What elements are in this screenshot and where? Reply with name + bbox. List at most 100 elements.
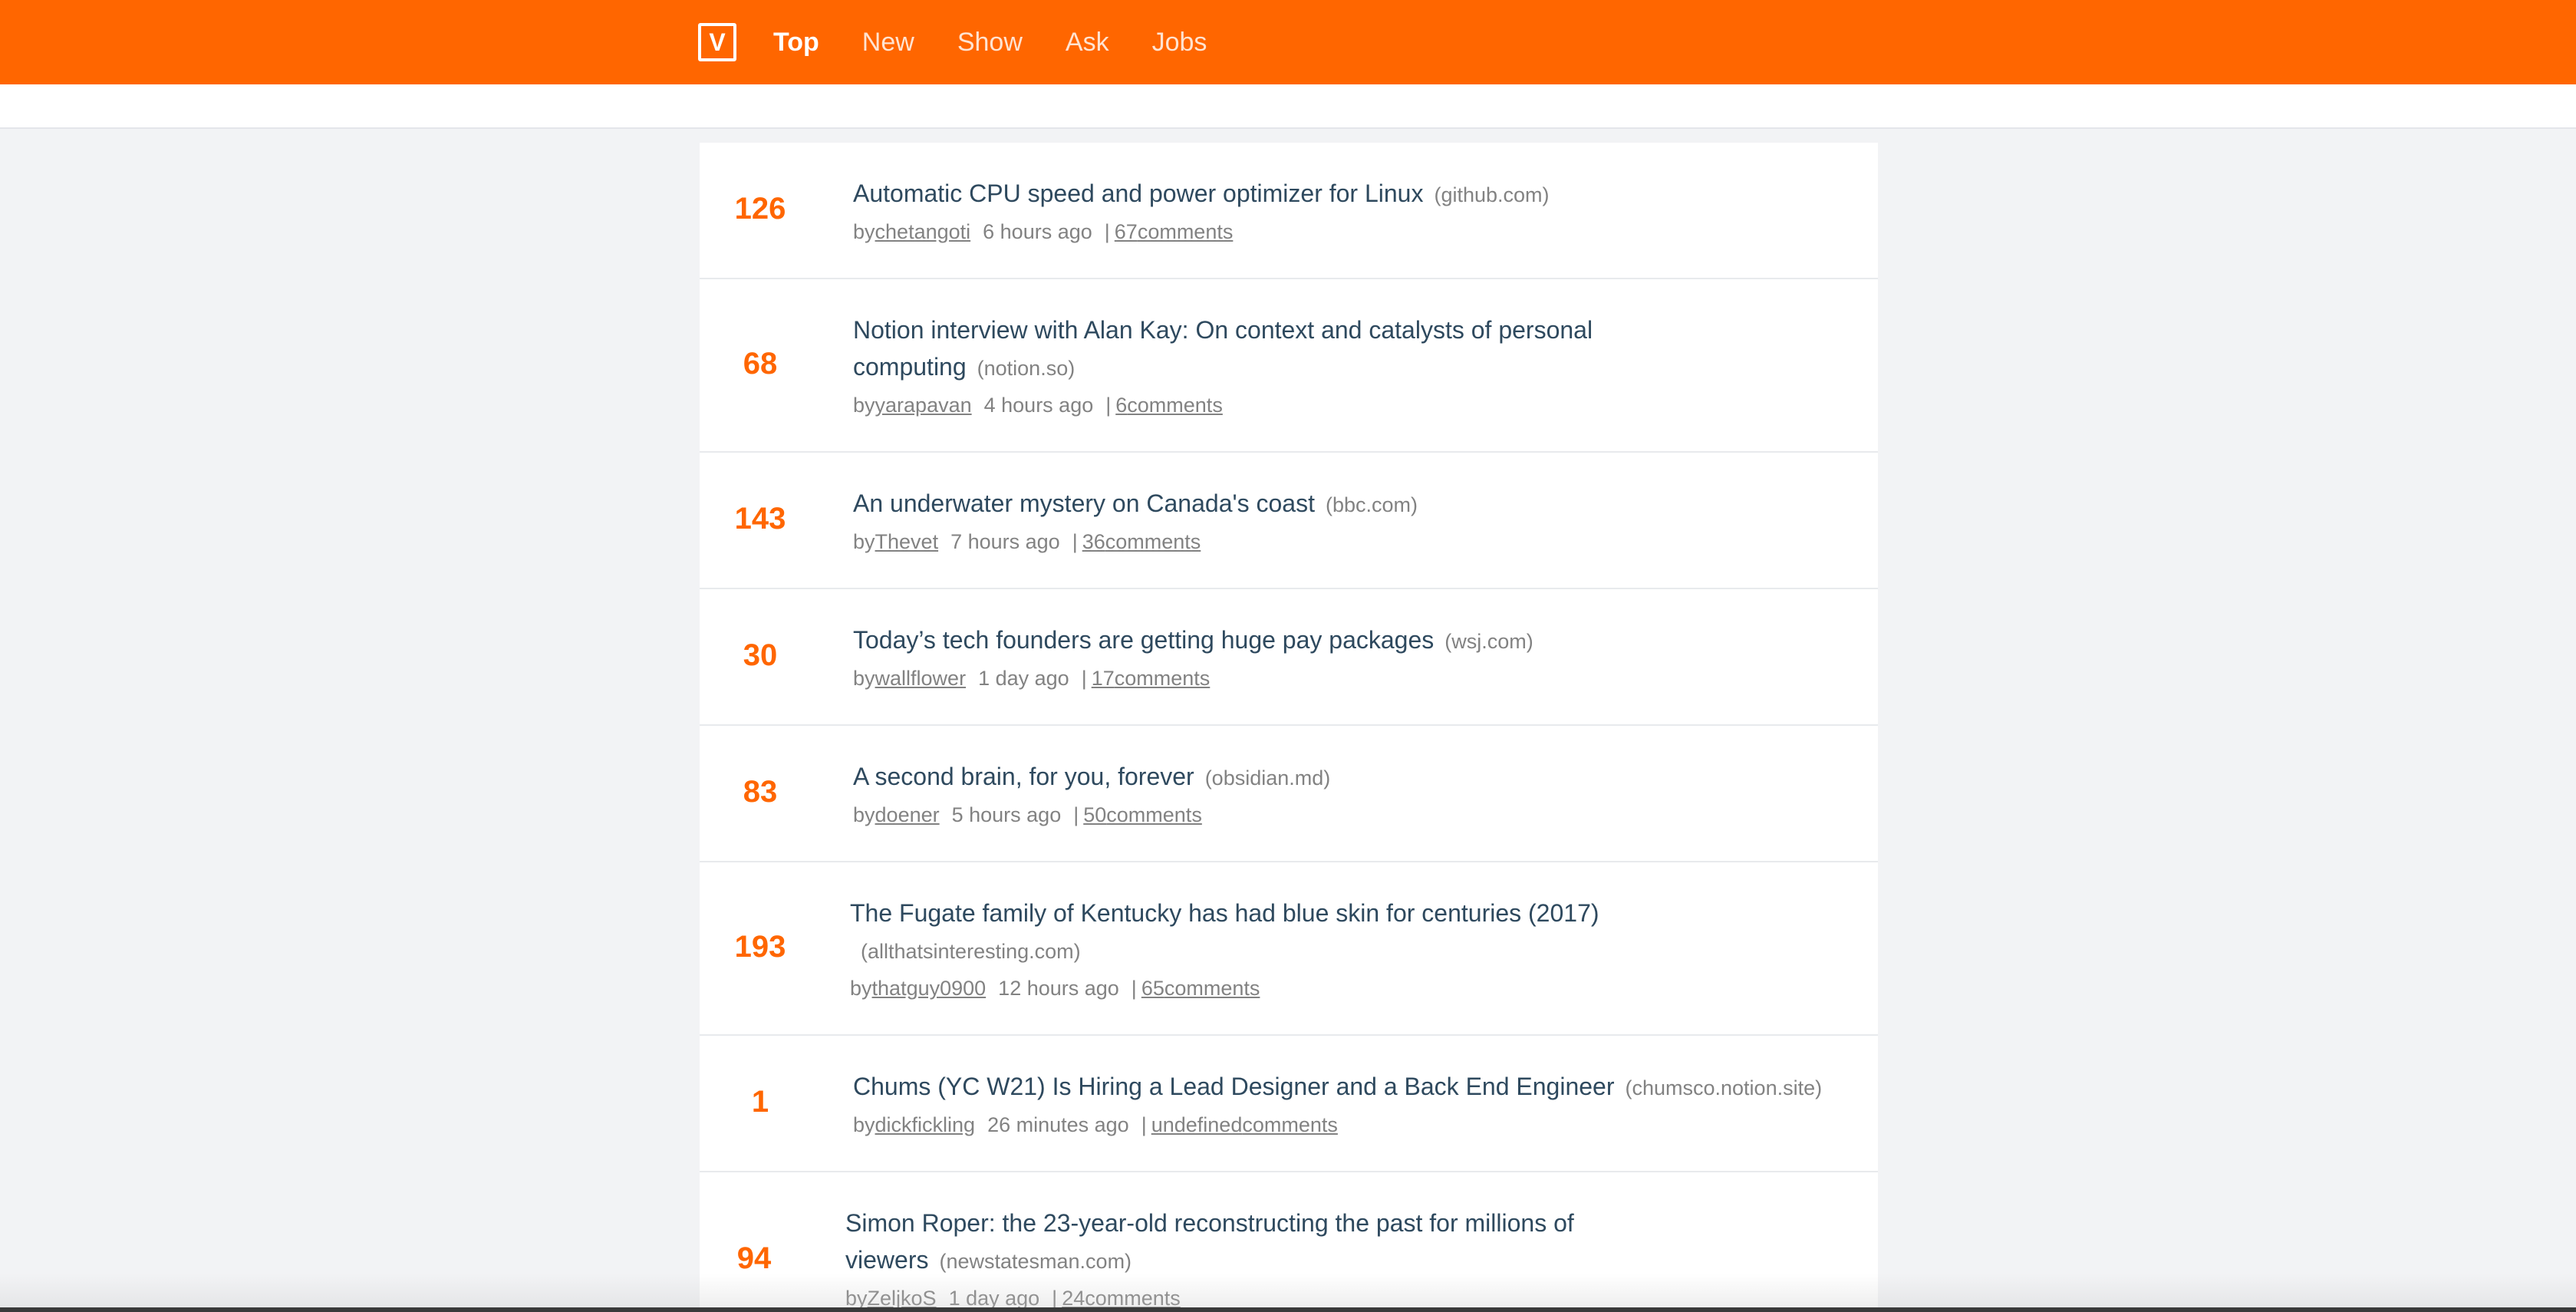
story-body: Today’s tech founders are getting huge p… xyxy=(853,621,1850,697)
story-title-link[interactable]: Chums (YC W21) Is Hiring a Lead Designer… xyxy=(853,1073,1614,1100)
story-host: (github.com) xyxy=(1434,183,1550,206)
story-time: 7 hours ago xyxy=(950,530,1060,553)
by-label: by xyxy=(853,394,875,417)
story-score: 1 xyxy=(751,1085,769,1119)
story-title-line: Chums (YC W21) Is Hiring a Lead Designer… xyxy=(853,1068,1873,1106)
by-label: by xyxy=(853,530,875,553)
story-title-line: An underwater mystery on Canada's coast (… xyxy=(853,485,1850,523)
meta-separator: | xyxy=(1104,220,1110,243)
nav-ask[interactable]: Ask xyxy=(1066,28,1109,58)
by-label: by xyxy=(853,803,875,826)
story-user-link[interactable]: wallflower xyxy=(875,667,967,690)
story-meta: byThevet 7 hours ago | 36comments xyxy=(853,523,1850,560)
by-label: by xyxy=(853,667,875,690)
story-meta: bywallflower 1 day ago | 17comments xyxy=(853,660,1850,697)
main-nav: V Top New Show Ask Jobs xyxy=(698,0,1250,84)
story-time: 4 hours ago xyxy=(983,394,1094,417)
story-title-line: Today’s tech founders are getting huge p… xyxy=(853,621,1850,660)
story-comments-link[interactable]: undefinedcomments xyxy=(1151,1113,1338,1136)
story-item: 126 Automatic CPU speed and power optimi… xyxy=(700,143,1878,279)
story-item: 1 Chums (YC W21) Is Hiring a Lead Design… xyxy=(700,1036,1878,1172)
story-title-link[interactable]: The Fugate family of Kentucky has had bl… xyxy=(850,899,1599,927)
story-host: (obsidian.md) xyxy=(1204,766,1331,790)
sub-header-bar xyxy=(0,84,2576,129)
story-comments-link[interactable]: 50comments xyxy=(1083,803,1202,826)
story-comments-link[interactable]: 65comments xyxy=(1141,977,1260,1000)
story-user-link[interactable]: chetangoti xyxy=(875,220,971,243)
story-comments-link[interactable]: 24comments xyxy=(1062,1287,1181,1310)
story-title-link[interactable]: An underwater mystery on Canada's coast xyxy=(853,490,1315,517)
story-comments-link[interactable]: 67comments xyxy=(1115,220,1234,243)
story-score: 94 xyxy=(736,1241,772,1275)
story-item: 30 Today’s tech founders are getting hug… xyxy=(700,589,1878,726)
story-user-link[interactable]: ZeljkoS xyxy=(868,1287,937,1310)
story-host: (allthatsinteresting.com) xyxy=(861,940,1081,963)
story-title-line: Automatic CPU speed and power optimizer … xyxy=(853,175,1850,213)
story-time: 5 hours ago xyxy=(951,803,1062,826)
story-title-link[interactable]: A second brain, for you, forever xyxy=(853,763,1194,790)
nav-jobs[interactable]: Jobs xyxy=(1152,28,1207,58)
story-item: 83 A second brain, for you, forever (obsi… xyxy=(700,726,1878,862)
story-meta: bydickfickling 26 minutes ago | undefinedco… xyxy=(853,1106,1873,1143)
story-body: Automatic CPU speed and power optimizer … xyxy=(853,175,1850,250)
story-comments-link[interactable]: 36comments xyxy=(1082,530,1201,553)
nav-show[interactable]: Show xyxy=(957,28,1023,58)
story-meta: bydoener 5 hours ago | 50comments xyxy=(853,796,1850,833)
story-title-link[interactable]: Today’s tech founders are getting huge p… xyxy=(853,626,1434,654)
story-user-link[interactable]: Thevet xyxy=(875,530,939,553)
meta-separator: | xyxy=(1052,1287,1058,1310)
nav-top[interactable]: Top xyxy=(773,28,819,58)
story-user-link[interactable]: yarapavan xyxy=(875,394,972,417)
story-title-link[interactable]: Notion interview with Alan Kay: On conte… xyxy=(853,316,1593,381)
story-title-link[interactable]: Automatic CPU speed and power optimizer … xyxy=(853,180,1423,207)
by-label: by xyxy=(853,220,875,243)
story-title-line: The Fugate family of Kentucky has had bl… xyxy=(850,895,1663,970)
story-time: 6 hours ago xyxy=(983,220,1092,243)
logo[interactable]: V xyxy=(698,23,736,61)
window-bottom-edge xyxy=(0,1307,2576,1312)
meta-separator: | xyxy=(1105,394,1112,417)
story-user-link[interactable]: doener xyxy=(875,803,940,826)
story-comments-link[interactable]: 17comments xyxy=(1092,667,1211,690)
story-meta: bythatguy0900 12 hours ago | 65comments xyxy=(850,970,1663,1007)
story-score: 126 xyxy=(734,192,786,226)
meta-separator: | xyxy=(1131,977,1137,1000)
story-user-link[interactable]: dickfickling xyxy=(875,1113,976,1136)
meta-separator: | xyxy=(1073,803,1079,826)
story-host: (newstatesman.com) xyxy=(939,1250,1132,1273)
story-host: (bbc.com) xyxy=(1325,493,1418,516)
story-meta: byyarapavan 4 hours ago | 6comments xyxy=(853,387,1636,424)
story-title-line: Simon Roper: the 23-year-old reconstruct… xyxy=(845,1205,1628,1280)
by-label: by xyxy=(850,977,872,1000)
story-body: The Fugate family of Kentucky has had bl… xyxy=(850,895,1663,1007)
story-item: 143 An underwater mystery on Canada's co… xyxy=(700,453,1878,589)
story-time: 26 minutes ago xyxy=(987,1113,1129,1136)
meta-separator: | xyxy=(1081,667,1087,690)
by-label: by xyxy=(853,1113,875,1136)
story-user-link[interactable]: thatguy0900 xyxy=(872,977,987,1000)
story-score: 68 xyxy=(743,347,778,381)
story-host: (wsj.com) xyxy=(1444,630,1533,653)
story-title-line: Notion interview with Alan Kay: On conte… xyxy=(853,312,1636,387)
meta-separator: | xyxy=(1141,1113,1147,1136)
story-comments-link[interactable]: 6comments xyxy=(1115,394,1223,417)
story-body: Simon Roper: the 23-year-old reconstruct… xyxy=(845,1205,1628,1312)
story-item: 94 Simon Roper: the 23-year-old reconstr… xyxy=(700,1172,1878,1312)
story-time: 12 hours ago xyxy=(998,977,1119,1000)
top-header: V Top New Show Ask Jobs xyxy=(0,0,2576,84)
story-score: 83 xyxy=(743,775,778,809)
story-score: 30 xyxy=(743,638,778,672)
by-label: by xyxy=(845,1287,868,1310)
story-title-line: A second brain, for you, forever (obsidia… xyxy=(853,758,1850,796)
story-time: 1 day ago xyxy=(948,1287,1040,1310)
story-body: Chums (YC W21) Is Hiring a Lead Designer… xyxy=(853,1068,1873,1143)
story-body: An underwater mystery on Canada's coast (… xyxy=(853,485,1850,560)
meta-separator: | xyxy=(1072,530,1078,553)
story-score: 143 xyxy=(734,502,786,536)
story-score: 193 xyxy=(734,930,786,964)
story-host: (chumsco.notion.site) xyxy=(1625,1076,1823,1099)
nav-new[interactable]: New xyxy=(862,28,914,58)
story-body: Notion interview with Alan Kay: On conte… xyxy=(853,312,1636,424)
story-list: 126 Automatic CPU speed and power optimi… xyxy=(700,143,1878,1312)
story-time: 1 day ago xyxy=(978,667,1069,690)
